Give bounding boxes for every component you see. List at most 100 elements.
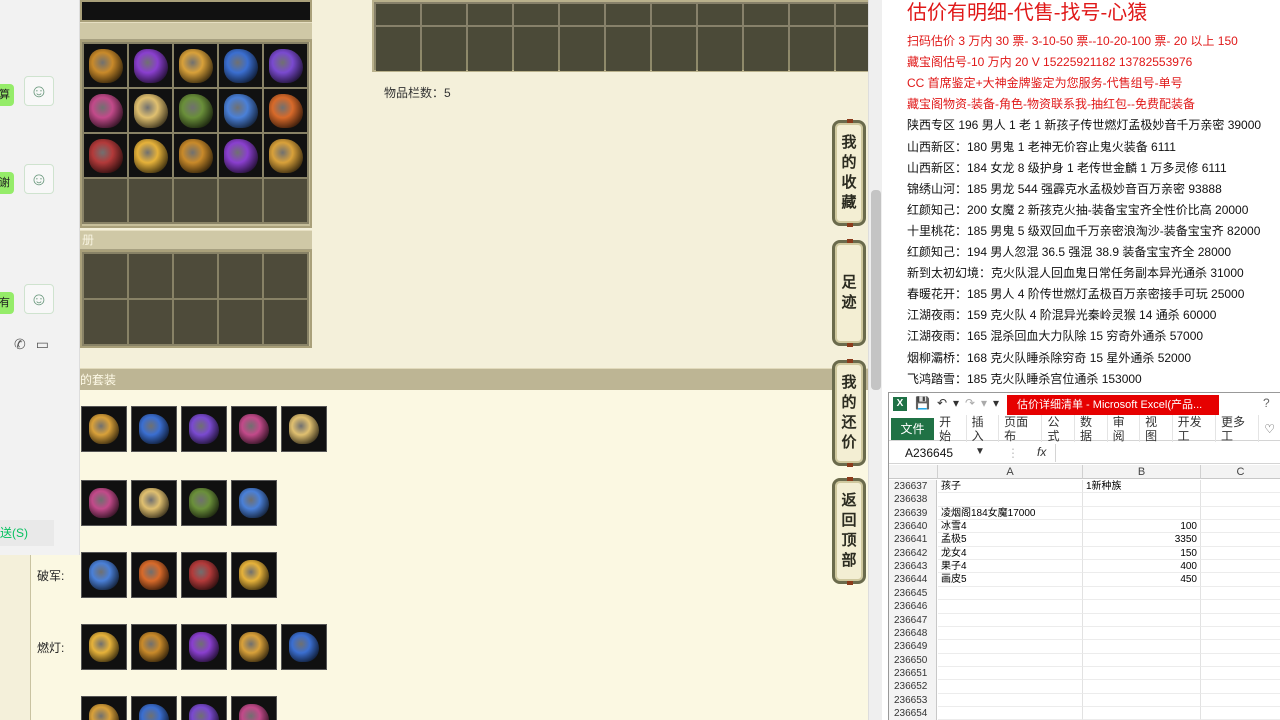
- row-number[interactable]: 236653: [889, 693, 937, 707]
- row-number[interactable]: 236641: [889, 533, 937, 547]
- storage-slot[interactable]: [652, 4, 696, 25]
- cell-b[interactable]: 100: [1083, 520, 1201, 534]
- cell-b[interactable]: 150: [1083, 546, 1201, 561]
- inventory-slot[interactable]: [219, 89, 262, 132]
- cell-c[interactable]: [1201, 707, 1280, 720]
- empty-slot[interactable]: [174, 300, 217, 344]
- row-number[interactable]: 236647: [889, 613, 937, 627]
- avatar[interactable]: ☺: [24, 76, 54, 106]
- inventory-slot[interactable]: [84, 44, 127, 87]
- name-box[interactable]: A236645: [897, 445, 987, 462]
- empty-slot[interactable]: [174, 254, 217, 298]
- ribbon-tab[interactable]: 开始: [934, 414, 967, 443]
- cell-b[interactable]: 400: [1083, 560, 1201, 574]
- inventory-slot[interactable]: [174, 134, 217, 177]
- storage-slot[interactable]: [790, 4, 834, 25]
- ribbon-tab[interactable]: 审阅: [1108, 414, 1141, 443]
- empty-slot[interactable]: [84, 254, 127, 298]
- storage-slot[interactable]: [790, 27, 834, 71]
- cell-b[interactable]: [1083, 680, 1201, 694]
- empty-slot[interactable]: [129, 179, 172, 222]
- storage-slot[interactable]: [744, 27, 788, 71]
- cell-c[interactable]: [1201, 520, 1280, 534]
- cell-a[interactable]: 果子4: [938, 560, 1083, 574]
- save-icon[interactable]: 💾: [915, 396, 930, 410]
- phone-icon[interactable]: ✆: [14, 336, 26, 353]
- cell-a[interactable]: 画皮5: [938, 573, 1083, 587]
- set-item-slot[interactable]: [81, 696, 127, 720]
- chat-bubble[interactable]: 谢: [0, 172, 14, 194]
- dropdown-icon[interactable]: ▾: [953, 396, 959, 410]
- storage-slot[interactable]: [514, 27, 558, 71]
- cell-a[interactable]: 龙女4: [938, 546, 1083, 561]
- storage-slot[interactable]: [698, 4, 742, 25]
- cell-a[interactable]: [938, 653, 1083, 667]
- row-number[interactable]: 236639: [889, 506, 937, 521]
- set-item-slot[interactable]: [181, 552, 227, 598]
- row-header-corner[interactable]: [889, 465, 938, 479]
- empty-slot[interactable]: [129, 254, 172, 298]
- avatar[interactable]: ☺: [24, 284, 54, 314]
- row-number[interactable]: 236645: [889, 586, 937, 601]
- chat-bubble[interactable]: 有: [0, 292, 14, 314]
- set-item-slot[interactable]: [131, 624, 177, 670]
- cell-a[interactable]: [938, 586, 1083, 601]
- row-number[interactable]: 236638: [889, 493, 937, 507]
- footprint-button[interactable]: 足迹: [832, 239, 866, 347]
- ribbon-tab[interactable]: 数据: [1075, 414, 1108, 443]
- empty-slot[interactable]: [264, 254, 307, 298]
- cell-b[interactable]: [1083, 666, 1201, 681]
- cell-a[interactable]: [938, 613, 1083, 627]
- excel-logo-icon[interactable]: X: [893, 397, 907, 411]
- empty-slot[interactable]: [219, 254, 262, 298]
- storage-slot[interactable]: [468, 4, 512, 25]
- page-scrollbar-thumb[interactable]: [871, 190, 881, 390]
- send-button[interactable]: 送(S): [0, 520, 54, 546]
- storage-slot[interactable]: [744, 4, 788, 25]
- row-number[interactable]: 236640: [889, 520, 937, 534]
- set-item-slot[interactable]: [231, 552, 277, 598]
- cell-a[interactable]: 孟极5: [938, 533, 1083, 547]
- column-header-a[interactable]: A: [938, 465, 1083, 479]
- set-item-slot[interactable]: [131, 406, 177, 452]
- inventory-slot[interactable]: [84, 134, 127, 177]
- set-item-slot[interactable]: [131, 552, 177, 598]
- undo-icon[interactable]: ↶: [937, 396, 947, 410]
- cell-c[interactable]: [1201, 533, 1280, 547]
- inventory-slot[interactable]: [129, 134, 172, 177]
- row-number[interactable]: 236643: [889, 560, 937, 574]
- empty-slot[interactable]: [219, 179, 262, 222]
- set-item-slot[interactable]: [231, 480, 277, 526]
- inventory-slot[interactable]: [264, 134, 307, 177]
- ribbon-tab[interactable]: 公式: [1042, 414, 1076, 443]
- favorites-button[interactable]: 我的收藏: [832, 119, 866, 227]
- storage-slot[interactable]: [560, 27, 604, 71]
- ribbon-tab[interactable]: 开发工: [1173, 414, 1216, 443]
- storage-slot[interactable]: [606, 27, 650, 71]
- row-number[interactable]: 236642: [889, 546, 937, 561]
- storage-slot[interactable]: [422, 27, 466, 71]
- cell-b[interactable]: [1083, 626, 1201, 641]
- inventory-slot[interactable]: [219, 134, 262, 177]
- cell-c[interactable]: [1201, 640, 1280, 654]
- inventory-slot[interactable]: [264, 89, 307, 132]
- cell-c[interactable]: [1201, 587, 1280, 601]
- row-number[interactable]: 236646: [889, 600, 937, 614]
- cell-b[interactable]: [1083, 693, 1201, 707]
- cell-a[interactable]: 冰雪4: [938, 520, 1083, 534]
- empty-slot[interactable]: [174, 179, 217, 222]
- inventory-slot[interactable]: [84, 89, 127, 132]
- chat-bubble[interactable]: 算: [0, 84, 14, 106]
- my-offers-button[interactable]: 我的还价: [832, 359, 866, 467]
- cell-a[interactable]: 凌烟阁184女魔17000: [938, 506, 1083, 521]
- cell-c[interactable]: [1201, 547, 1280, 561]
- set-item-slot[interactable]: [231, 406, 277, 452]
- cell-c[interactable]: [1201, 480, 1280, 494]
- set-item-slot[interactable]: [281, 624, 327, 670]
- storage-slot[interactable]: [652, 27, 696, 71]
- storage-slot[interactable]: [514, 4, 558, 25]
- row-number[interactable]: 236651: [889, 666, 937, 681]
- cell-c[interactable]: [1201, 614, 1280, 627]
- storage-slot[interactable]: [376, 27, 420, 71]
- row-number[interactable]: 236649: [889, 640, 937, 654]
